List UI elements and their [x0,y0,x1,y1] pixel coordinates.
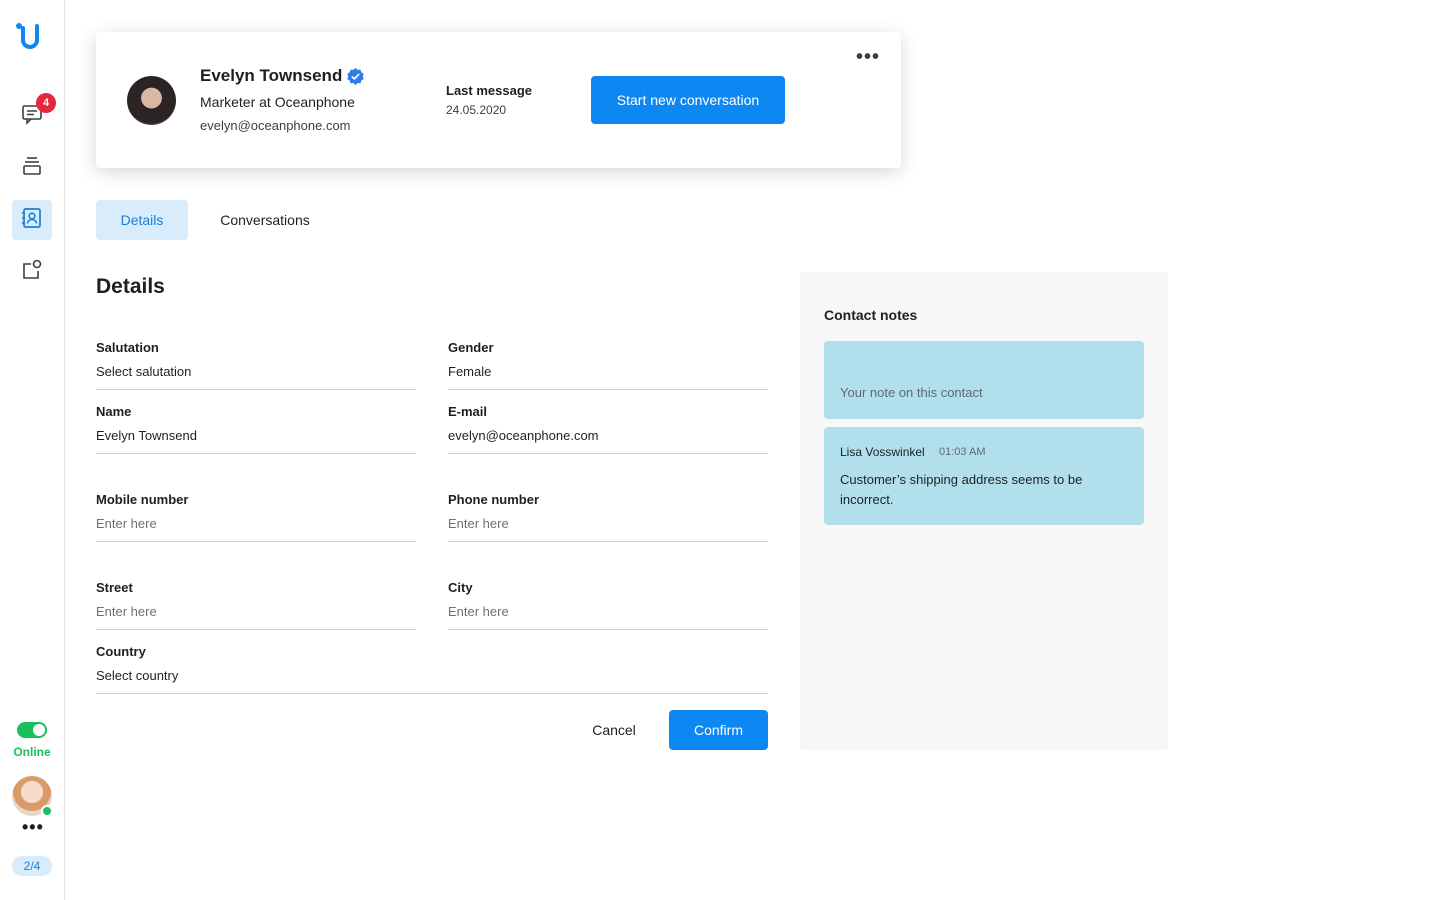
confirm-button[interactable]: Confirm [669,710,768,750]
verified-icon [346,67,365,86]
unread-badge: 4 [36,93,56,113]
online-indicator [41,805,53,817]
street-input[interactable]: Enter here [96,604,157,619]
name-input[interactable]: Evelyn Townsend [96,428,197,443]
contact-email: evelyn@oceanphone.com [200,118,351,133]
gender-label: Gender [448,340,494,355]
city-input[interactable]: Enter here [448,604,509,619]
contact-profile-card: Evelyn Townsend Marketer at Oceanphone e… [96,32,901,168]
note-author: Lisa Vosswinkel [840,445,925,459]
street-field[interactable]: Street Enter here [96,580,416,630]
gender-field[interactable]: Gender Female [448,340,768,390]
last-message-label: Last message [446,83,532,98]
last-message-date: 24.05.2020 [446,103,507,117]
contact-role: Marketer at Oceanphone [200,94,355,110]
notes-title: Contact notes [824,307,918,323]
online-status-label: Online [13,745,51,759]
note-time: 01:03 AM [939,446,986,458]
note-input[interactable]: Your note on this contact [824,341,1144,419]
sidebar: 4 Online ••• 2/4 [0,0,65,900]
details-title: Details [96,275,165,298]
street-label: Street [96,580,133,595]
email-field[interactable]: E-mail evelyn@oceanphone.com [448,404,768,454]
gender-select[interactable]: Female [448,364,491,379]
cancel-button[interactable]: Cancel [582,710,646,750]
apps-icon [21,259,43,286]
mobile-input[interactable]: Enter here [96,516,157,531]
sidebar-item-inbox[interactable] [12,148,52,188]
country-field[interactable]: Country Select country [96,644,768,694]
contacts-icon [21,207,43,234]
tab-details[interactable]: Details [96,200,188,240]
phone-input[interactable]: Enter here [448,516,509,531]
card-more-options-icon[interactable]: ••• [856,47,880,67]
city-label: City [448,580,473,595]
phone-field[interactable]: Phone number Enter here [448,492,768,542]
country-select[interactable]: Select country [96,668,178,683]
salutation-field[interactable]: Salutation Select salutation [96,340,416,390]
contact-notes-panel: Contact notes Your note on this contact … [800,272,1168,750]
phone-label: Phone number [448,492,540,507]
city-field[interactable]: City Enter here [448,580,768,630]
salutation-select[interactable]: Select salutation [96,364,191,379]
contact-name: Evelyn Townsend [200,66,343,85]
sidebar-item-contacts[interactable] [12,200,52,240]
brand-logo-icon[interactable] [14,20,44,52]
email-input[interactable]: evelyn@oceanphone.com [448,428,599,443]
online-toggle[interactable] [17,722,47,738]
tab-conversations[interactable]: Conversations [204,200,326,240]
mobile-field[interactable]: Mobile number Enter here [96,492,416,542]
start-conversation-button[interactable]: Start new conversation [591,76,785,124]
page-indicator: 2/4 [12,856,52,876]
note-input-placeholder: Your note on this contact [840,385,983,400]
country-label: Country [96,644,146,659]
stack-icon [21,155,43,182]
contact-avatar [127,76,176,125]
mobile-label: Mobile number [96,492,189,507]
toggle-knob [33,724,45,736]
email-label: E-mail [448,404,488,419]
note-text: Customer’s shipping address seems to be … [840,472,1083,507]
name-field[interactable]: Name Evelyn Townsend [96,404,416,454]
note-card: Lisa Vosswinkel 01:03 AM Customer’s ship… [824,427,1144,525]
more-options-icon[interactable]: ••• [22,818,44,836]
sidebar-item-apps[interactable] [12,252,52,292]
name-label: Name [96,404,132,419]
salutation-label: Salutation [96,340,159,355]
